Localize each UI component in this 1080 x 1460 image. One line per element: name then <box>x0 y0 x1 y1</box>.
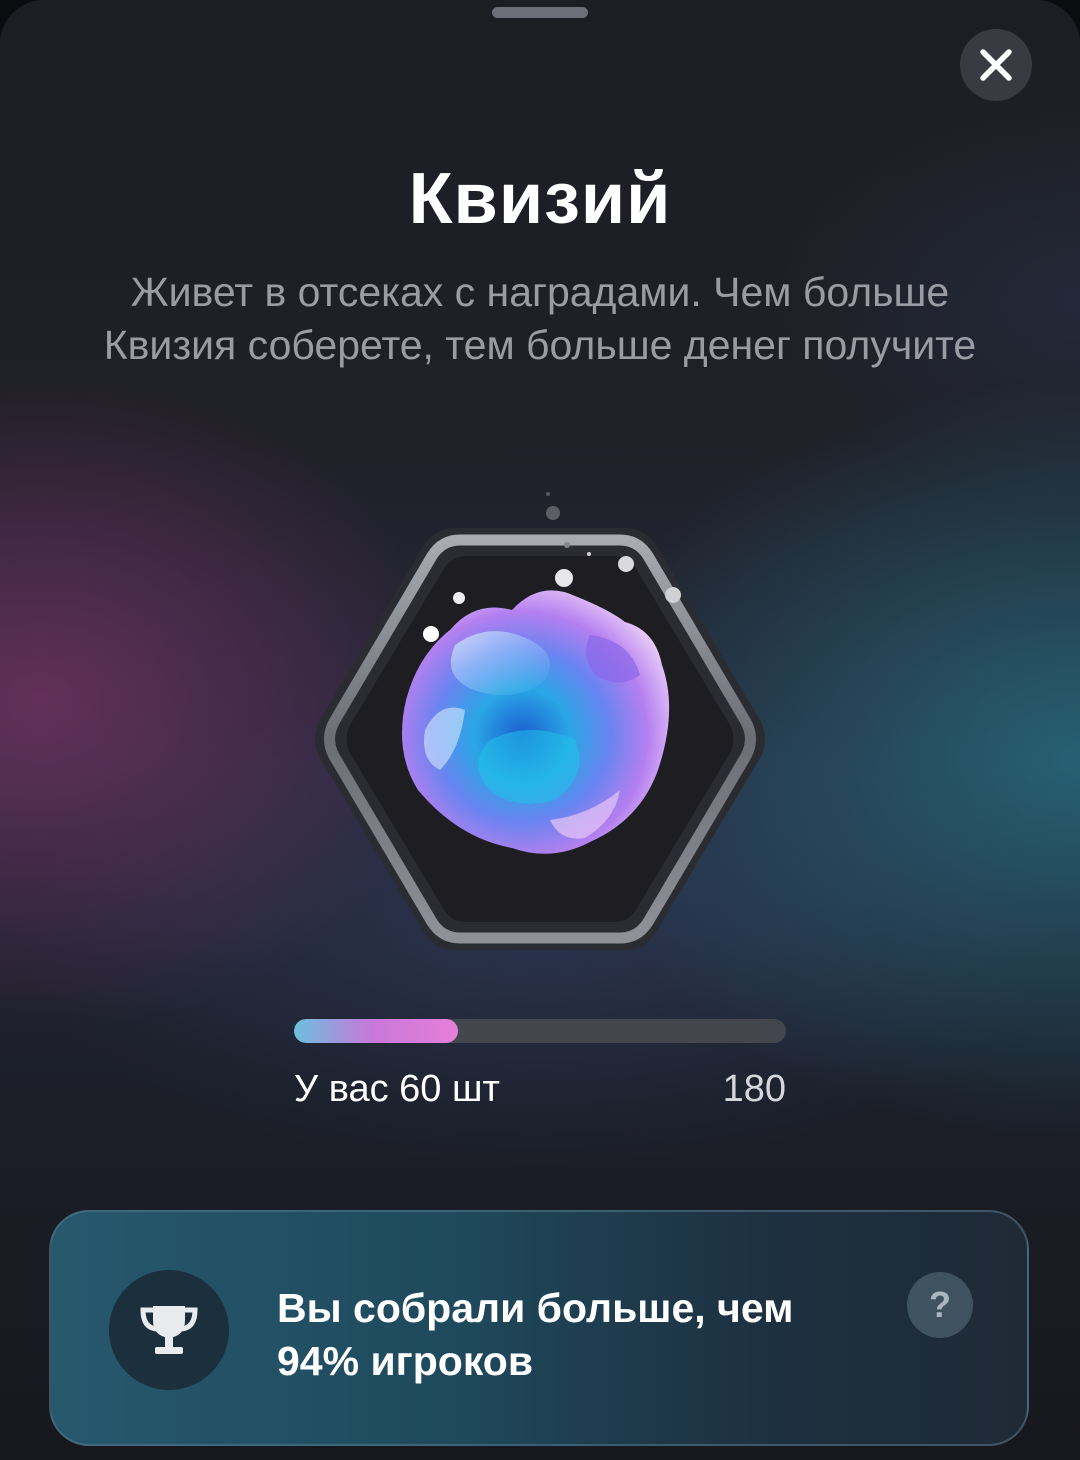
player-rank-card: Вы собрали больше, чем 94% игроков ? <box>49 1210 1029 1446</box>
max-count-label: 180 <box>722 1068 786 1110</box>
close-icon <box>980 49 1012 81</box>
collection-progress-fill <box>294 1019 458 1043</box>
collection-progress-bar <box>294 1019 786 1043</box>
item-title: Квизий <box>408 159 672 239</box>
sheet-grabber[interactable] <box>492 7 588 18</box>
trophy-icon <box>140 1306 198 1354</box>
item-description: Живет в отсеках с наградами. Чем больше … <box>103 269 977 368</box>
owned-count-label: У вас 60 шт <box>294 1068 500 1110</box>
rank-message: Вы собрали больше, чем 94% игроков <box>277 1285 794 1384</box>
item-info-sheet: Квизий Живет в отсеках с наградами. Чем … <box>0 0 1080 1460</box>
help-button[interactable]: ? <box>907 1272 973 1338</box>
trophy-badge <box>109 1270 229 1390</box>
close-button[interactable] <box>960 29 1032 101</box>
crystal-medal <box>315 492 765 950</box>
